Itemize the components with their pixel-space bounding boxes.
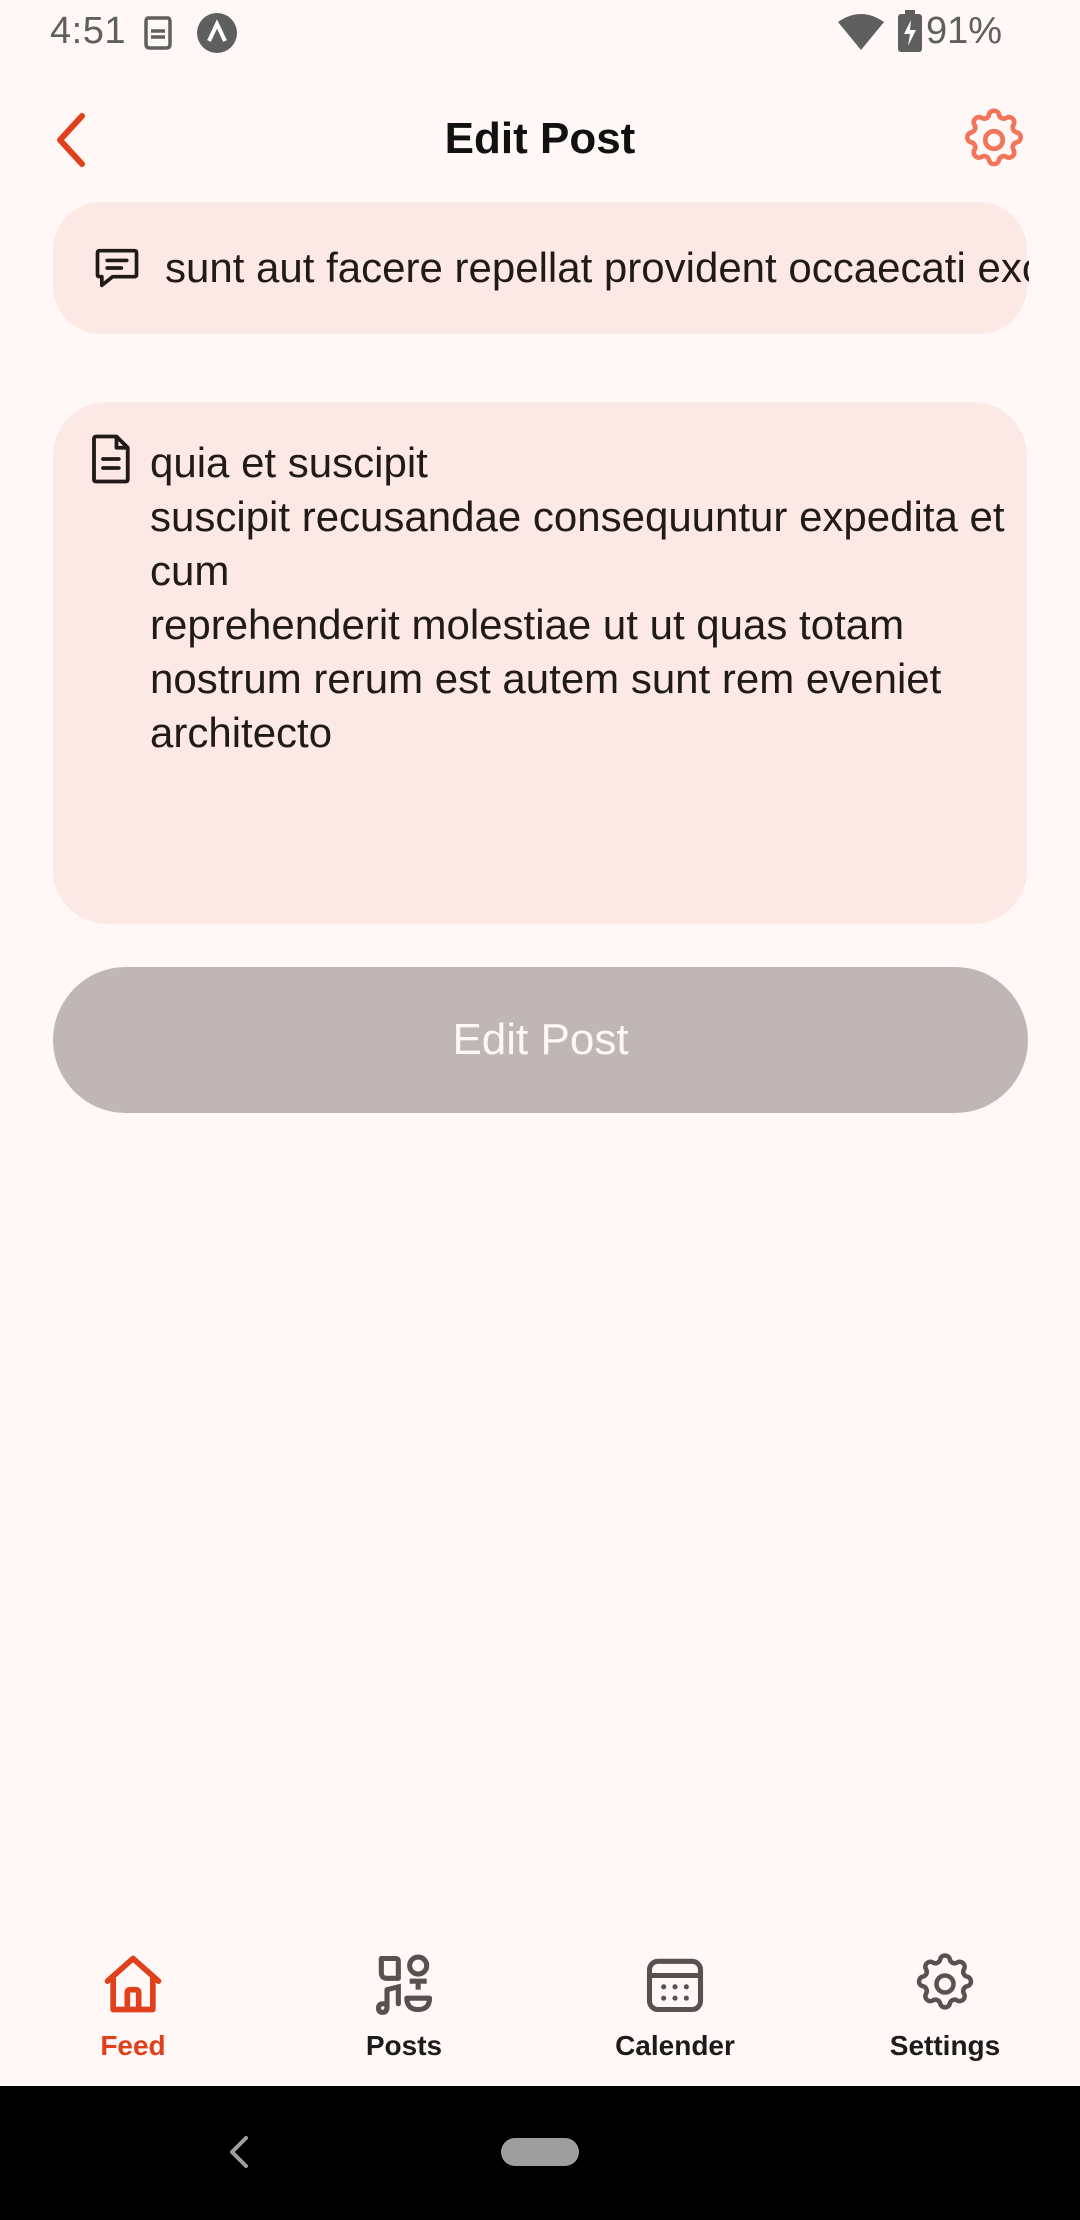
edit-post-button[interactable]: Edit Post: [53, 967, 1028, 1113]
message-icon: [95, 248, 139, 288]
gear-icon: [916, 1953, 974, 2010]
status-bar: 4:51 91%: [0, 0, 1080, 66]
system-navigation-bar: [0, 2086, 1080, 2220]
nav-item-calender[interactable]: Calender: [575, 1930, 775, 2086]
app-notification-icon: [197, 13, 237, 53]
system-home-handle[interactable]: [501, 2138, 579, 2166]
nav-label-settings: Settings: [889, 2030, 1001, 2061]
bottom-navigation: Feed Posts Calender Settings: [0, 1930, 1080, 2086]
nav-label-calender: Calender: [615, 2030, 735, 2061]
post-body-field[interactable]: quia et suscipit suscipit recusandae con…: [53, 402, 1027, 924]
calendar-icon: [646, 1958, 704, 2013]
wifi-icon: [838, 14, 884, 50]
post-title-input[interactable]: sunt aut facere repellat provident occae…: [165, 242, 1029, 294]
app-bar: Edit Post: [0, 90, 1080, 190]
posts-icon: [375, 1954, 433, 2015]
battery-percentage: 91%: [925, 10, 1002, 52]
post-title-field[interactable]: sunt aut facere repellat provident occae…: [53, 202, 1029, 334]
settings-button[interactable]: [958, 104, 1030, 176]
nav-item-feed[interactable]: Feed: [33, 1930, 233, 2086]
post-body-input[interactable]: quia et suscipit suscipit recusandae con…: [150, 436, 1010, 760]
home-icon: [104, 1955, 162, 2013]
nav-item-settings[interactable]: Settings: [845, 1930, 1045, 2086]
nav-label-posts: Posts: [365, 2030, 443, 2061]
status-time: 4:51: [50, 10, 126, 52]
gear-icon: [965, 108, 1023, 167]
battery-charging-icon: [898, 10, 922, 52]
system-back-icon[interactable]: [224, 2132, 254, 2172]
page-title: Edit Post: [444, 114, 636, 163]
nav-label-feed: Feed: [100, 2030, 166, 2061]
data-saver-icon: [144, 16, 172, 50]
document-icon: [92, 434, 130, 484]
nav-item-posts[interactable]: Posts: [304, 1930, 504, 2086]
